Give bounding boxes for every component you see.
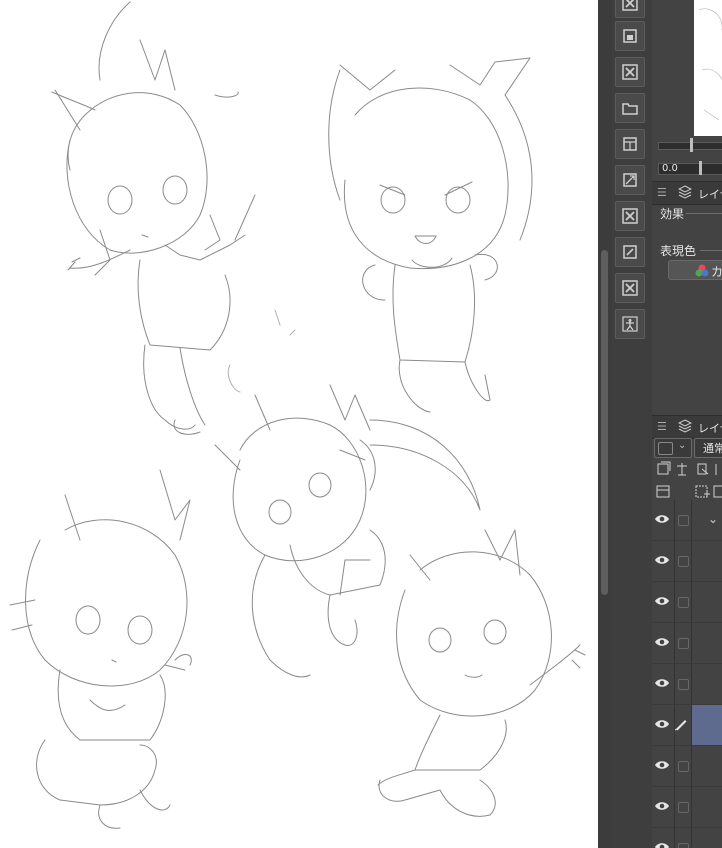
color-button-label: カ bbox=[711, 265, 722, 279]
layer-row[interactable] bbox=[652, 828, 722, 848]
close-square-icon[interactable] bbox=[615, 201, 645, 231]
layer-color-dropdown[interactable]: ⌄ bbox=[654, 438, 692, 458]
panel-menu-icon[interactable]: ☰ bbox=[657, 187, 667, 198]
layers-icon bbox=[678, 185, 692, 199]
expression-color-label: 表現色 bbox=[660, 244, 697, 258]
eye-icon[interactable] bbox=[654, 635, 670, 649]
new-layer-icon[interactable] bbox=[615, 129, 645, 159]
layer-select-checkbox[interactable] bbox=[678, 843, 689, 848]
navigator-thumbnail bbox=[698, 8, 722, 121]
layer-select-checkbox[interactable] bbox=[678, 597, 689, 608]
pen-icon bbox=[674, 720, 687, 731]
layer-row[interactable] bbox=[652, 541, 722, 582]
layer-select-checkbox[interactable] bbox=[678, 515, 689, 526]
eye-icon[interactable] bbox=[654, 758, 670, 772]
effect-label: 効果 bbox=[660, 207, 685, 221]
layer-save-icon[interactable] bbox=[615, 21, 645, 51]
layer-toolbar-row-2 bbox=[656, 485, 722, 498]
effect-divider bbox=[686, 213, 722, 214]
layer-row[interactable] bbox=[652, 787, 722, 828]
scrollbar-thumb[interactable] bbox=[601, 250, 608, 595]
zoom-slider-knob[interactable] bbox=[690, 138, 693, 152]
layer-row[interactable] bbox=[652, 623, 722, 664]
layer-select-checkbox[interactable] bbox=[678, 761, 689, 772]
navigator-preview[interactable] bbox=[694, 0, 722, 136]
folder-layer-icon[interactable] bbox=[615, 93, 645, 123]
eye-icon[interactable] bbox=[654, 799, 670, 813]
layer-color-swatch bbox=[658, 442, 673, 455]
chevron-down-icon[interactable]: ⌄ bbox=[708, 512, 718, 526]
layer-toolbar-row-1 bbox=[657, 461, 717, 476]
sketch-character-4 bbox=[9, 469, 192, 829]
blend-mode-value: 通常 bbox=[703, 442, 722, 455]
layer-row[interactable] bbox=[652, 705, 722, 746]
right-dock-panel: 0.0 ☰ レイヤ 効果 表現色 カ ☰ レイヤ ⌄ 通常 bbox=[652, 0, 722, 848]
canvas-scrollbar[interactable] bbox=[598, 0, 612, 848]
layer-select-checkbox[interactable] bbox=[678, 638, 689, 649]
layer-select-checkbox[interactable] bbox=[678, 802, 689, 813]
edit-layer-icon[interactable] bbox=[615, 237, 645, 267]
sketch-character-3 bbox=[214, 384, 481, 678]
color-mode-icon bbox=[695, 264, 709, 277]
blend-mode-dropdown[interactable]: 通常 bbox=[694, 438, 722, 458]
layer-select-checkbox[interactable] bbox=[678, 556, 689, 567]
layer-panel-tab-label[interactable]: レイヤ bbox=[698, 420, 722, 436]
panel-menu-icon[interactable]: ☰ bbox=[657, 421, 667, 432]
layer-row[interactable] bbox=[652, 664, 722, 705]
layer-row[interactable]: ⌄ bbox=[652, 500, 722, 541]
eye-icon[interactable] bbox=[654, 512, 670, 526]
transform-icon[interactable] bbox=[615, 165, 645, 195]
expression-color-divider bbox=[700, 250, 722, 251]
layer-property-header: ☰ レイヤ bbox=[652, 181, 722, 205]
layer-select-checkbox[interactable] bbox=[678, 679, 689, 690]
close-square-icon[interactable] bbox=[615, 57, 645, 87]
layers-icon bbox=[678, 419, 692, 433]
eye-icon[interactable] bbox=[654, 676, 670, 690]
close-square-icon[interactable] bbox=[615, 0, 645, 18]
selected-layer-highlight bbox=[692, 705, 722, 745]
layer-property-tab-label[interactable]: レイヤ bbox=[698, 186, 722, 202]
sketch-lineart bbox=[9, 1, 586, 829]
sketch-character-5 bbox=[377, 529, 586, 817]
expression-color-button[interactable]: カ bbox=[668, 260, 722, 280]
layer-command-toolstrip bbox=[612, 0, 653, 848]
layer-row[interactable] bbox=[652, 582, 722, 623]
sketch-character-2 bbox=[328, 57, 533, 413]
eye-icon[interactable] bbox=[654, 594, 670, 608]
eye-icon[interactable] bbox=[654, 840, 670, 848]
rotate-slider-knob[interactable] bbox=[699, 161, 702, 175]
chevron-down-icon: ⌄ bbox=[678, 440, 687, 451]
layer-row[interactable] bbox=[652, 746, 722, 787]
pose-figure-icon[interactable] bbox=[615, 309, 645, 339]
sketch-character-1 bbox=[51, 1, 256, 435]
layer-panel-header: ☰ レイヤ bbox=[652, 415, 722, 439]
eye-icon[interactable] bbox=[654, 553, 670, 567]
zoom-value: 0.0 bbox=[662, 163, 678, 174]
drawing-canvas[interactable] bbox=[0, 0, 598, 848]
close-square-icon[interactable] bbox=[615, 273, 645, 303]
eye-icon[interactable] bbox=[654, 717, 670, 731]
